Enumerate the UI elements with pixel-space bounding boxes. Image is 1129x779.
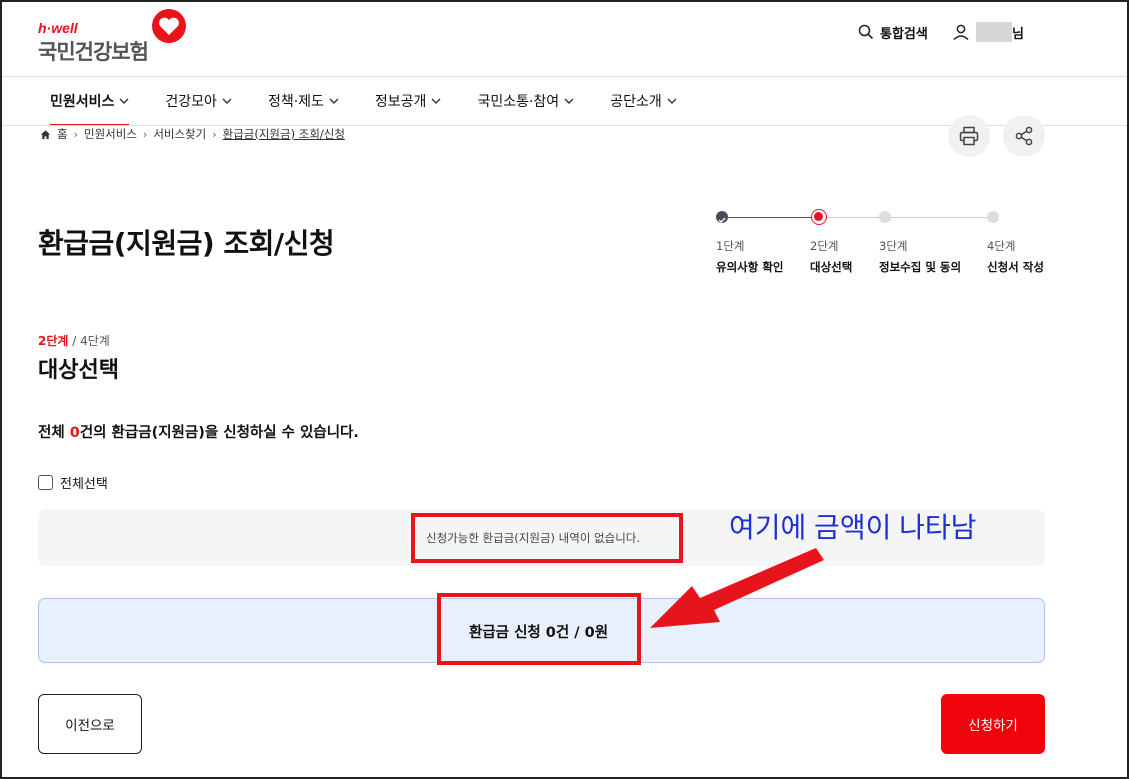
previous-button[interactable]: 이전으로 <box>38 694 142 754</box>
step-3-dot <box>879 211 891 223</box>
nav-item-policy[interactable]: 정책·제도 <box>268 77 339 125</box>
integrated-search-button[interactable]: 통합검색 <box>858 22 928 42</box>
step-2-current-icon <box>811 209 827 225</box>
select-all-label: 전체선택 <box>60 477 108 492</box>
step-2-label: 대상선택 <box>810 260 853 274</box>
user-menu[interactable]: 님 <box>952 22 1024 42</box>
step-1-num: 1단계 <box>716 239 745 253</box>
total-steps: / 4단계 <box>72 334 110 348</box>
share-button[interactable] <box>1003 115 1045 157</box>
annotation-arrow-icon <box>650 548 824 628</box>
nav-label: 국민소통·참여 <box>477 94 560 110</box>
masked-user-name <box>976 22 1012 42</box>
breadcrumb-current[interactable]: 환급금(지원금) 조회/신청 <box>223 126 345 142</box>
breadcrumb: 홈 › 민원서비스 › 서비스찾기 › 환급금(지원금) 조회/신청 <box>40 126 345 142</box>
logo-sub-text: h·well <box>38 20 78 36</box>
search-label: 통합검색 <box>880 26 928 42</box>
nav-label: 정책·제도 <box>267 94 324 110</box>
summary-count: 0 <box>69 425 80 441</box>
summary-suffix: 건의 환급금(지원금)을 신청하실 수 있습니다. <box>79 425 359 441</box>
step-line-done <box>728 217 818 218</box>
nav-label: 정보공개 <box>374 94 427 110</box>
logo-main-text: 국민건강보험 <box>38 40 149 64</box>
step-indicator: 2단계 / 4단계 <box>38 332 110 349</box>
print-icon <box>959 126 979 146</box>
user-icon <box>953 24 969 41</box>
share-icon <box>1015 126 1033 146</box>
section-title: 대상선택 <box>38 358 119 383</box>
chevron-down-icon <box>222 98 232 104</box>
step-4-dot <box>987 211 999 223</box>
chevron-down-icon <box>119 98 129 104</box>
main-nav: 민원서비스 건강모아 정책·제도 정보공개 국민소통·참여 공단소개 <box>50 77 713 126</box>
nav-item-about[interactable]: 공단소개 <box>610 77 677 125</box>
step-1-check-icon <box>716 211 728 223</box>
step-4-label: 신청서 작성 <box>987 260 1044 274</box>
nav-label: 민원서비스 <box>50 94 115 110</box>
progress-steps: 1단계 유의사항 확인 2단계 대상선택 3단계 정보수집 및 동의 4단계 신… <box>716 208 1056 278</box>
step-line-todo <box>824 217 994 218</box>
chevron-down-icon <box>329 98 339 104</box>
breadcrumb-separator: › <box>73 127 78 141</box>
step-4-num: 4단계 <box>987 239 1016 253</box>
current-step: 2단계 <box>38 334 69 348</box>
select-all[interactable]: 전체선택 <box>38 473 108 492</box>
site-logo[interactable]: h·well 국민건강보험 <box>38 9 198 64</box>
nav-label: 건강모아 <box>165 94 217 110</box>
home-icon <box>40 129 51 139</box>
search-icon <box>858 24 874 40</box>
chevron-down-icon <box>564 98 574 104</box>
breadcrumb-separator: › <box>212 127 217 141</box>
summary-text: 전체 0건의 환급금(지원금)을 신청하실 수 있습니다. <box>38 421 359 442</box>
step-3-num: 3단계 <box>879 239 908 253</box>
summary-prefix: 전체 <box>38 425 70 441</box>
page-title: 환급금(지원금) 조회/신청 <box>38 227 335 260</box>
chevron-down-icon <box>667 98 677 104</box>
nav-item-civil-service[interactable]: 민원서비스 <box>50 77 130 126</box>
breadcrumb-home[interactable]: 홈 <box>57 126 68 142</box>
nav-item-participation[interactable]: 국민소통·참여 <box>477 77 574 125</box>
user-suffix: 님 <box>1012 26 1024 42</box>
step-2-num: 2단계 <box>810 239 839 253</box>
breadcrumb-service-search[interactable]: 서비스찾기 <box>153 126 206 142</box>
breadcrumb-separator: › <box>142 127 148 141</box>
nav-item-health[interactable]: 건강모아 <box>165 77 232 125</box>
chevron-down-icon <box>431 98 441 104</box>
select-all-checkbox[interactable] <box>38 475 53 490</box>
nav-item-info-disclosure[interactable]: 정보공개 <box>375 77 442 125</box>
nav-label: 공단소개 <box>610 94 662 110</box>
apply-button[interactable]: 신청하기 <box>941 694 1045 754</box>
step-1-label: 유의사항 확인 <box>716 260 784 274</box>
heart-logo-icon <box>152 9 186 43</box>
print-button[interactable] <box>948 115 990 157</box>
annotation-highlight-total <box>437 593 641 665</box>
step-3-label: 정보수집 및 동의 <box>879 260 962 274</box>
breadcrumb-civil-service[interactable]: 민원서비스 <box>84 126 137 142</box>
